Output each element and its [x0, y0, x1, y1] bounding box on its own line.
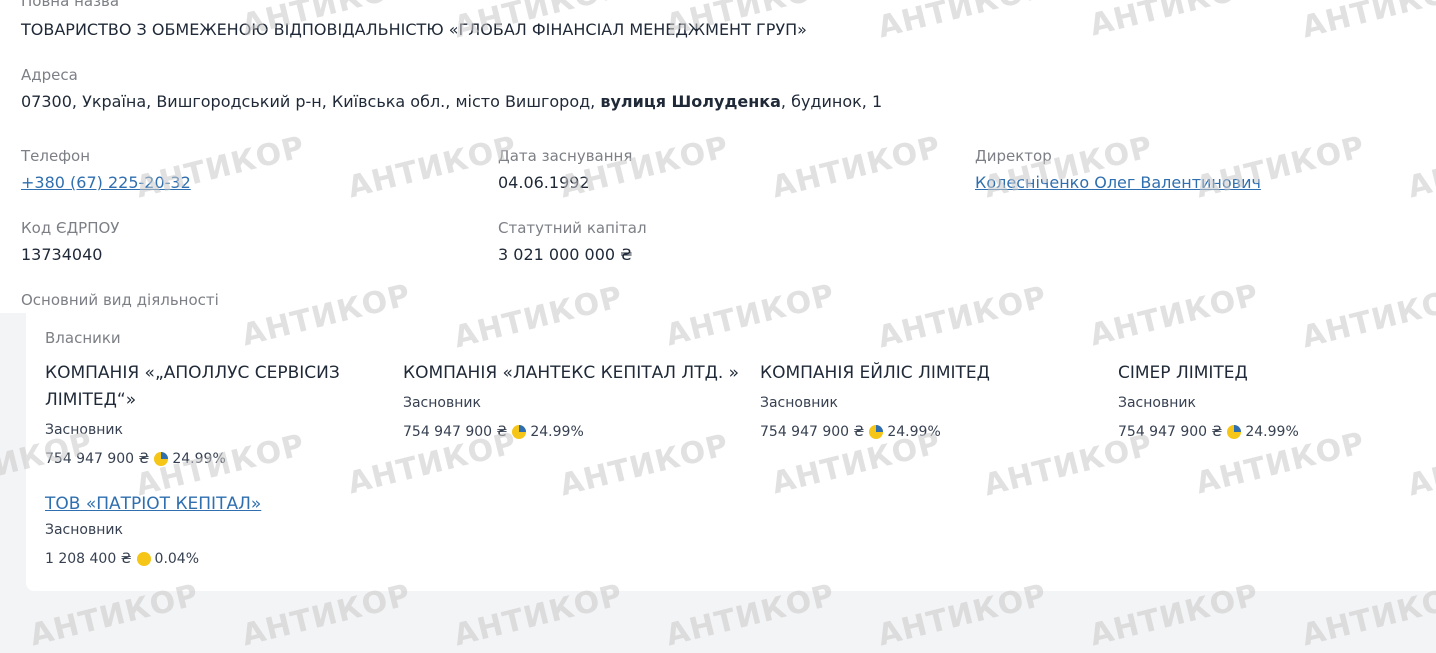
- phone-label: Телефон: [21, 147, 91, 165]
- owner-name: КОМПАНІЯ «„АПОЛЛУС СЕРВІСИЗ ЛІМІТЕД“»: [45, 363, 340, 410]
- address-street: вулиця Шолуденка: [600, 92, 781, 111]
- owner-share: 754 947 900 ₴ 24.99%: [45, 451, 226, 467]
- owner-role: Засновник: [45, 522, 123, 538]
- full-name-value: ТОВАРИСТВО З ОБМЕЖЕНОЮ ВІДПОВІДАЛЬНІСТЮ …: [21, 20, 807, 39]
- owner-role: Засновник: [1118, 395, 1196, 411]
- owner-role: Засновник: [760, 395, 838, 411]
- founded-label: Дата заснування: [498, 147, 633, 165]
- owner-share: 754 947 900 ₴ 24.99%: [403, 424, 584, 440]
- owner-percent: 24.99%: [530, 424, 584, 440]
- director-label: Директор: [975, 147, 1052, 165]
- owner-amount: 754 947 900 ₴: [1118, 424, 1223, 440]
- address-label: Адреса: [21, 66, 78, 84]
- share-pie-icon: [1227, 425, 1242, 439]
- owner-amount: 754 947 900 ₴: [403, 424, 508, 440]
- pie-share-slice: [876, 425, 884, 432]
- founded-value: 04.06.1992: [498, 173, 590, 192]
- owner-amount: 754 947 900 ₴: [45, 451, 150, 467]
- pie-share-slice: [519, 425, 527, 432]
- owner-name: КОМПАНІЯ «ЛАНТЕКС КЕПІТАЛ ЛТД. »: [403, 363, 740, 383]
- full-name-label: Повна назва: [21, 0, 120, 10]
- pie-share-slice: [1234, 425, 1242, 432]
- owners-card: [26, 313, 1436, 591]
- owner-share: 754 947 900 ₴ 24.99%: [1118, 424, 1299, 440]
- share-pie-icon: [869, 425, 884, 439]
- owner-percent: 24.99%: [1245, 424, 1299, 440]
- owners-label: Власники: [45, 329, 121, 347]
- activity-label: Основний вид діяльності: [21, 291, 219, 309]
- address-value: 07300, Україна, Вишгородський р-н, Київс…: [21, 92, 883, 111]
- owner-name: КОМПАНІЯ ЕЙЛІС ЛІМІТЕД: [760, 363, 990, 383]
- capital-label: Статутний капітал: [498, 219, 647, 237]
- owner-amount: 1 208 400 ₴: [45, 551, 132, 567]
- share-pie-icon: [136, 552, 151, 566]
- pie-remainder: [136, 552, 151, 566]
- owner-name: СІМЕР ЛІМІТЕД: [1118, 363, 1248, 383]
- owner-percent: 0.04%: [154, 551, 200, 567]
- capital-value: 3 021 000 000 ₴: [498, 245, 633, 264]
- owner-percent: 24.99%: [172, 451, 226, 467]
- edrpou-label: Код ЄДРПОУ: [21, 219, 120, 237]
- share-pie-icon: [512, 425, 527, 439]
- owner-role: Засновник: [45, 422, 123, 438]
- edrpou-value: 13734040: [21, 245, 103, 264]
- owner-role: Засновник: [403, 395, 481, 411]
- director-link[interactable]: Колесніченко Олег Валентинович: [975, 173, 1261, 192]
- pie-share-slice: [161, 452, 169, 459]
- share-pie-icon: [154, 452, 169, 466]
- owner-link-patriot-capital[interactable]: ТОВ «ПАТРІОТ КЕПІТАЛ»: [45, 494, 261, 514]
- owner-share: 754 947 900 ₴ 24.99%: [760, 424, 941, 440]
- owner-percent: 24.99%: [887, 424, 941, 440]
- company-details-card: [0, 0, 1436, 313]
- owner-amount: 754 947 900 ₴: [760, 424, 865, 440]
- phone-link[interactable]: +380 (67) 225-20-32: [21, 173, 191, 192]
- owner-share: 1 208 400 ₴ 0.04%: [45, 551, 199, 567]
